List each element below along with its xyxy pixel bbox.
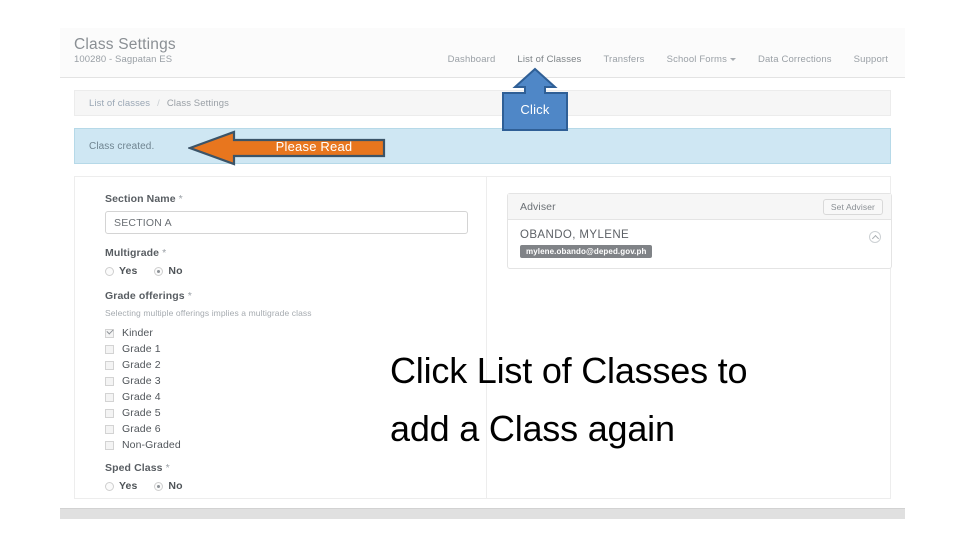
- grade-offering-grade-4-label: Grade 4: [122, 391, 161, 403]
- breadcrumb-list-of-classes[interactable]: List of classes: [89, 98, 150, 109]
- grade-offering-grade-2[interactable]: Grade 2: [105, 357, 468, 373]
- multigrade-yes-label: Yes: [119, 265, 138, 277]
- brand-block: Class Settings 100280 - Sagpatan ES: [74, 36, 176, 66]
- grade-offerings-label-text: Grade offerings: [105, 290, 185, 302]
- grade-offering-kinder-checkbox[interactable]: [105, 328, 114, 338]
- adviser-column: Adviser Set Adviser OBANDO, MYLENE mylen…: [487, 177, 908, 498]
- sped-class-yes-radio[interactable]: [105, 481, 114, 491]
- sped-class-no-radio[interactable]: [154, 481, 164, 491]
- required-mark: *: [165, 462, 170, 474]
- breadcrumb: List of classes / Class Settings: [74, 90, 891, 116]
- grade-offering-grade-4-checkbox[interactable]: [105, 392, 114, 402]
- required-mark: *: [187, 290, 192, 302]
- breadcrumb-current: Class Settings: [166, 97, 229, 109]
- section-name-label: Section Name *: [105, 193, 468, 205]
- sped-class-no-label: No: [168, 480, 183, 492]
- adviser-panel: Adviser Set Adviser OBANDO, MYLENE mylen…: [507, 193, 892, 269]
- grade-offering-grade-4[interactable]: Grade 4: [105, 389, 468, 405]
- grade-offering-grade-2-label: Grade 2: [122, 359, 161, 371]
- grade-offering-grade-5-checkbox[interactable]: [105, 408, 114, 418]
- set-adviser-button[interactable]: Set Adviser: [822, 198, 883, 215]
- sped-class-radio-group: Yes No: [105, 480, 468, 492]
- sped-class-yes-label: Yes: [119, 480, 138, 492]
- nav-item-school-forms[interactable]: School Forms: [656, 50, 747, 69]
- sped-class-label: Sped Class *: [105, 462, 468, 474]
- please-read-arrow-annotation: Please Read: [188, 130, 386, 166]
- multigrade-yes-radio[interactable]: [105, 266, 114, 276]
- adviser-name: OBANDO, MYLENE: [520, 229, 630, 241]
- multigrade-label-text: Multigrade: [105, 247, 160, 259]
- nav-item-data-corrections[interactable]: Data Corrections: [747, 50, 843, 69]
- grade-offering-grade-6-checkbox[interactable]: [105, 424, 114, 434]
- school-id-subtitle: 100280 - Sagpatan ES: [74, 54, 173, 65]
- adviser-panel-title: Adviser: [520, 200, 556, 213]
- grade-offering-grade-6-label: Grade 6: [122, 423, 161, 435]
- page-title: Class Settings: [74, 36, 176, 53]
- grade-offering-grade-5[interactable]: Grade 5: [105, 405, 468, 421]
- embedded-browser-screenshot: Class Settings 100280 - Sagpatan ES Dash…: [60, 28, 905, 519]
- grade-offering-grade-3-checkbox[interactable]: [105, 376, 114, 386]
- content-panel: Section Name * Multigrade * Yes No Grade…: [74, 176, 892, 499]
- multigrade-radio-group: Yes No: [105, 265, 468, 277]
- multigrade-label: Multigrade *: [105, 247, 468, 259]
- grade-offering-grade-1[interactable]: Grade 1: [105, 341, 468, 357]
- grade-offerings-help-text: Selecting multiple offerings implies a m…: [105, 308, 312, 318]
- grade-offering-grade-6[interactable]: Grade 6: [105, 421, 468, 437]
- nav-item-transfers[interactable]: Transfers: [592, 50, 655, 69]
- multigrade-no-label: No: [168, 265, 183, 277]
- app-header: Class Settings 100280 - Sagpatan ES Dash…: [60, 28, 905, 78]
- grade-offering-non-graded-checkbox[interactable]: [105, 440, 114, 450]
- sped-class-label-text: Sped Class: [105, 462, 163, 474]
- required-mark: *: [178, 193, 183, 205]
- nav-item-support[interactable]: Support: [843, 50, 899, 69]
- nav-item-school-forms-label: School Forms: [666, 54, 727, 65]
- grade-offering-non-graded-label: Non-Graded: [122, 439, 181, 451]
- click-callout-annotation: Click: [501, 67, 569, 132]
- screenshot-footer-strip: [60, 508, 905, 519]
- grade-offerings-checkbox-group: Kinder Grade 1 Grade 2 Grade 3 Grade 4 G…: [105, 325, 468, 453]
- nav-item-dashboard[interactable]: Dashboard: [437, 50, 507, 69]
- chevron-down-icon: [729, 57, 736, 61]
- multigrade-no-radio[interactable]: [154, 266, 164, 276]
- up-arrow-icon: [502, 67, 568, 131]
- grade-offering-grade-2-checkbox[interactable]: [105, 360, 114, 370]
- grade-offering-kinder-label: Kinder: [122, 327, 153, 339]
- grade-offering-grade-5-label: Grade 5: [122, 407, 161, 419]
- required-mark: *: [162, 247, 167, 259]
- adviser-panel-header: Adviser Set Adviser: [508, 194, 891, 220]
- chevron-up-circle-icon[interactable]: [869, 231, 881, 243]
- adviser-email-badge: mylene.obando@deped.gov.ph: [520, 245, 653, 258]
- adviser-panel-body: OBANDO, MYLENE mylene.obando@deped.gov.p…: [508, 220, 891, 268]
- grade-offering-grade-1-checkbox[interactable]: [105, 344, 114, 354]
- section-name-label-text: Section Name: [105, 193, 176, 205]
- success-alert-text: Class created.: [89, 140, 155, 152]
- grade-offering-grade-1-label: Grade 1: [122, 343, 161, 355]
- class-settings-form: Section Name * Multigrade * Yes No Grade…: [75, 177, 487, 498]
- section-name-input[interactable]: [105, 211, 468, 234]
- grade-offering-kinder[interactable]: Kinder: [105, 325, 468, 341]
- grade-offering-grade-3-label: Grade 3: [122, 375, 161, 387]
- grade-offering-grade-3[interactable]: Grade 3: [105, 373, 468, 389]
- grade-offering-non-graded[interactable]: Non-Graded: [105, 437, 468, 453]
- breadcrumb-separator: /: [157, 97, 160, 109]
- left-arrow-icon: [188, 130, 386, 166]
- grade-offerings-label: Grade offerings *: [105, 290, 468, 302]
